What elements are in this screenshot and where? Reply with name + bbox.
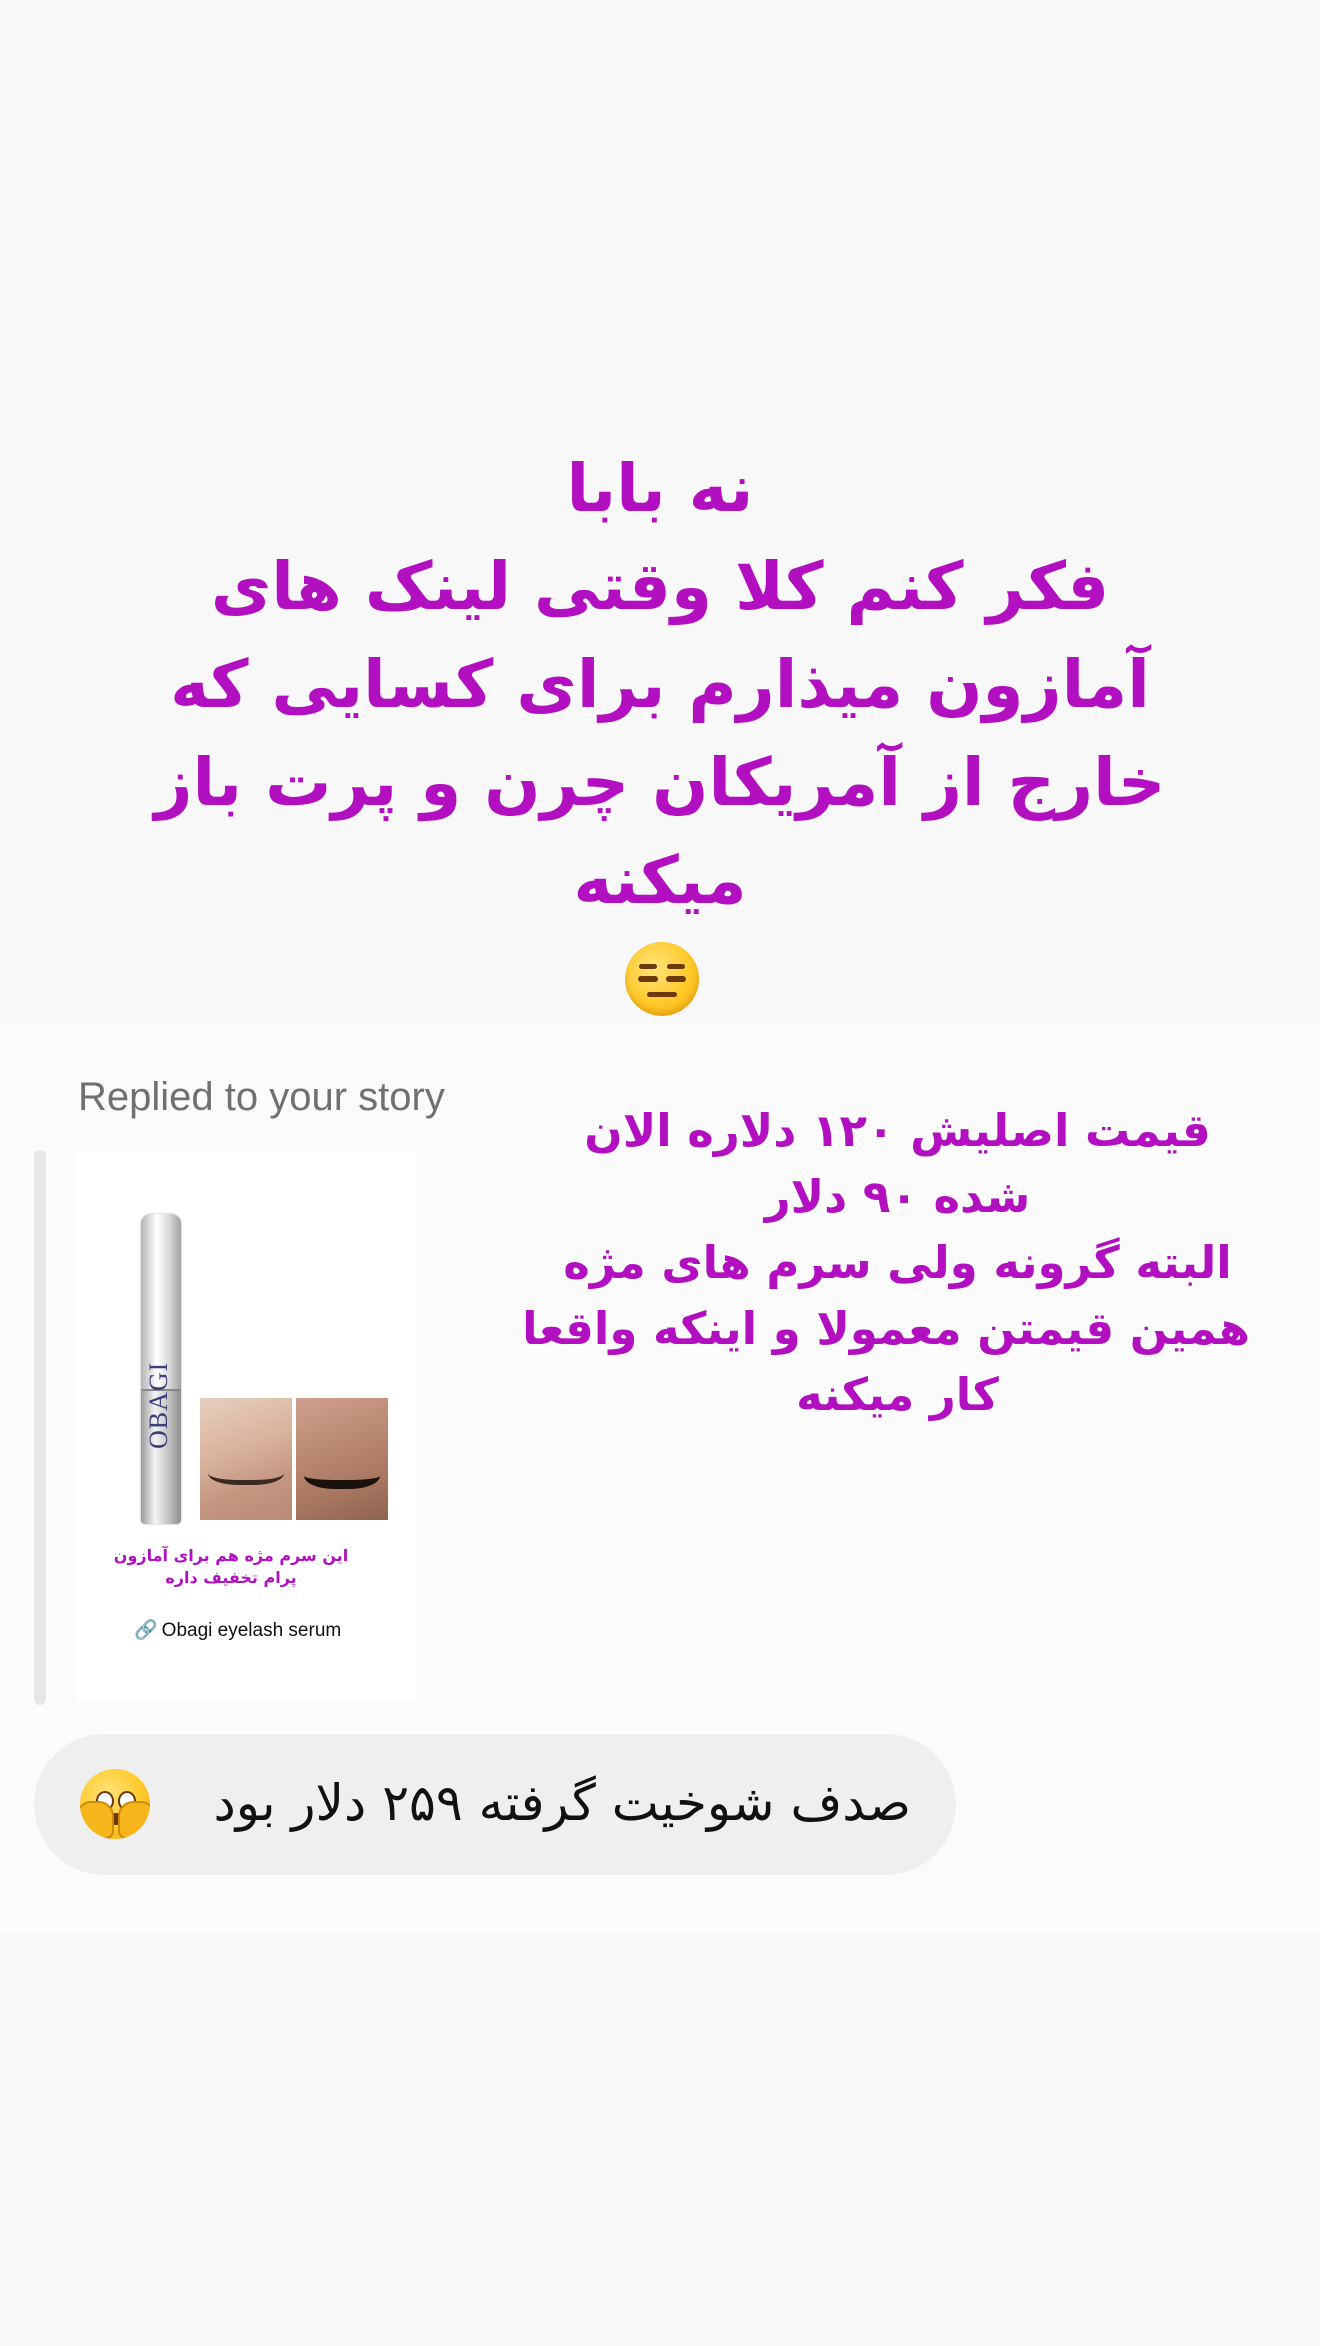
reply-message-line: قیمت اصلیش ۱۲۰ دلاره الان xyxy=(584,1104,1211,1157)
story-headline-line: خارج از آمریکان چرن و پرت باز xyxy=(154,744,1166,821)
reply-quote-bar xyxy=(34,1150,46,1705)
story-headline-line: آمازون میذارم برای کسایی که xyxy=(170,646,1150,723)
product-brand-text: OBAGI xyxy=(144,1361,173,1449)
reply-message-line: شده ۹۰ دلار xyxy=(764,1170,1031,1223)
reply-message-line: کار میکنه xyxy=(796,1368,999,1421)
incoming-message-text: صدف شوخیت گرفته ۲۵۹ دلار بود xyxy=(213,1774,911,1832)
incoming-message-bubble[interactable]: صدف شوخیت گرفته ۲۵۹ دلار بود xyxy=(34,1734,956,1875)
link-icon: 🔗 xyxy=(134,1620,158,1641)
story-headline-line: فکر کنم کلا وقتی لینک های xyxy=(210,548,1110,625)
story-link-sticker[interactable]: 🔗 Obagi eyelash serum xyxy=(134,1618,341,1642)
serum-product-image: OBAGI xyxy=(141,1214,181,1524)
story-headline: نه بابا فکر کنم کلا وقتی لینک های آمازون… xyxy=(110,440,1210,930)
eyelash-before-photo xyxy=(200,1398,292,1520)
story-thumbnail[interactable]: OBAGI این سرم مژه هم برای آمازون پرام تخ… xyxy=(76,1152,416,1702)
reply-message-line: البته گرونه ولی سرم های مژه xyxy=(563,1236,1232,1289)
story-link-text: Obagi eyelash serum xyxy=(161,1620,342,1641)
eyelash-after-photo xyxy=(296,1398,388,1520)
story-text-area: نه بابا فکر کنم کلا وقتی لینک های آمازون… xyxy=(0,0,1320,1025)
story-headline-line: میکنه xyxy=(573,842,747,919)
expressionless-face-icon xyxy=(625,942,699,1016)
reply-message: قیمت اصلیش ۱۲۰ دلاره الان شده ۹۰ دلار ال… xyxy=(522,1098,1250,1428)
story-headline-line: نه بابا xyxy=(566,450,754,527)
face-with-hand-over-mouth-icon xyxy=(80,1769,150,1839)
story-thumbnail-caption: این سرم مژه هم برای آمازون پرام تخفیف دا… xyxy=(113,1546,349,1587)
replied-to-story-label: Replied to your story xyxy=(78,1075,445,1119)
reply-message-line: همین قیمتن معمولا و اینکه واقعا xyxy=(522,1302,1250,1355)
